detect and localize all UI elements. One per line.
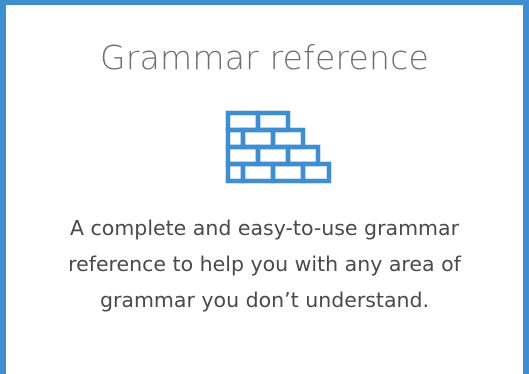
brick-wall-icon: [220, 109, 336, 187]
card-title: Grammar reference: [100, 38, 429, 77]
grammar-reference-card[interactable]: Grammar reference A complete and easy-to…: [0, 0, 529, 374]
card-description: A complete and easy-to-use grammar refer…: [68, 216, 461, 312]
